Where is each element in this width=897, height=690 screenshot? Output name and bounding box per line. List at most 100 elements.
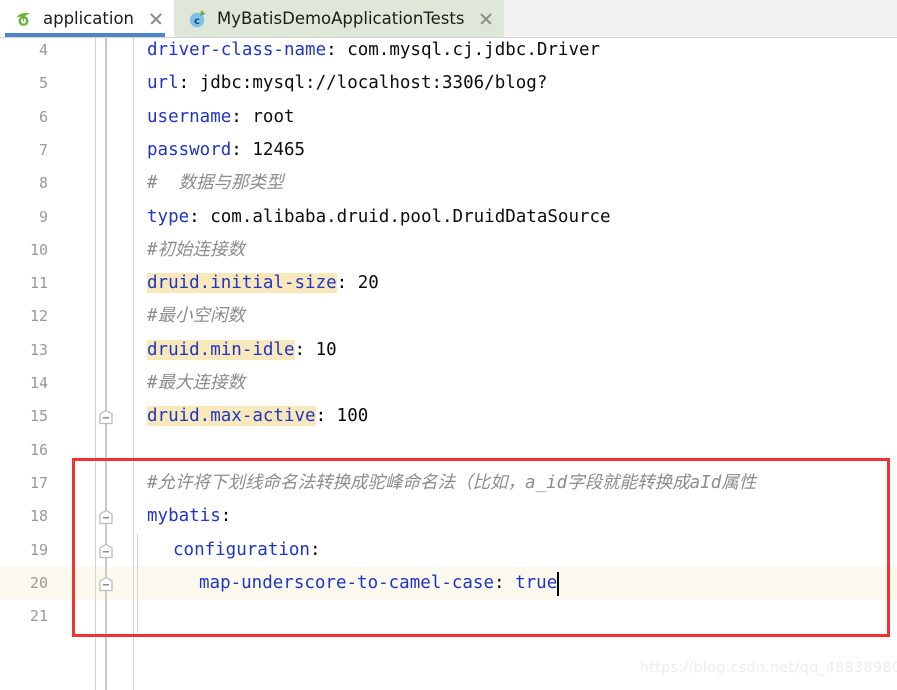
code-line[interactable]: 21 — [0, 600, 897, 633]
code-line[interactable]: 7 password: 12465 — [0, 134, 897, 167]
svg-text:c: c — [194, 16, 200, 27]
yaml-colon: : — [494, 572, 516, 593]
code-line[interactable]: 5 url: jdbc:mysql://localhost:3306/blog? — [0, 67, 897, 100]
code-line[interactable]: 6 username: root — [0, 101, 897, 134]
yaml-colon: : — [231, 106, 253, 127]
line-content[interactable]: #最大连接数 — [147, 367, 245, 400]
yaml-value: 20 — [357, 273, 379, 294]
yaml-colon: : — [326, 40, 348, 60]
code-line[interactable]: 10 #初始连接数 — [0, 234, 897, 267]
line-number: 18 — [29, 507, 48, 526]
yaml-key: druid.max-active — [147, 406, 316, 427]
fold-marker-icon[interactable] — [98, 576, 114, 592]
watermark-text: https://blog.csdn.net/qq_48838980 — [640, 660, 897, 676]
yaml-key: password — [147, 139, 232, 160]
yaml-colon: : — [220, 506, 232, 527]
code-line[interactable]: 13 druid.min-idle: 10 — [0, 334, 897, 367]
line-number: 4 — [38, 41, 48, 59]
yaml-key: druid.min-idle — [147, 339, 295, 360]
gutter-separator — [133, 38, 134, 690]
code-comment: # 数据与那类型 — [147, 173, 284, 194]
code-line[interactable]: 11 druid.initial-size: 20 — [0, 267, 897, 300]
yaml-value: 10 — [315, 339, 337, 360]
code-line[interactable]: 17 #允许将下划线命名法转换成驼峰命名法（比如，a_id字段就能转换成aId属性 — [0, 467, 897, 500]
close-icon[interactable] — [148, 11, 164, 27]
yaml-colon: : — [336, 273, 358, 294]
yaml-colon: : — [309, 539, 321, 560]
line-number: 10 — [29, 240, 48, 259]
line-content[interactable]: password: 12465 — [147, 134, 305, 167]
code-comment: #最小空闲数 — [147, 306, 246, 327]
code-line[interactable]: 14 #最大连接数 — [0, 367, 897, 400]
line-content[interactable]: #初始连接数 — [147, 234, 245, 267]
line-number: 13 — [29, 340, 48, 359]
fold-rail — [105, 38, 107, 690]
yaml-value: com.mysql.cj.jdbc.Driver — [347, 40, 601, 60]
line-number: 19 — [29, 540, 48, 559]
line-content[interactable]: driver-class-name: com.mysql.cj.jdbc.Dri… — [147, 38, 600, 67]
line-content[interactable]: mybatis: — [147, 500, 231, 533]
line-number: 16 — [29, 440, 48, 459]
line-number: 21 — [29, 607, 48, 626]
yaml-key: mybatis — [147, 506, 221, 527]
line-content[interactable]: username: root — [147, 101, 295, 134]
line-content[interactable]: type: com.alibaba.druid.pool.DruidDataSo… — [147, 201, 611, 234]
tab-application[interactable]: application — [0, 0, 175, 37]
fold-marker-icon[interactable] — [98, 509, 114, 525]
gutter-separator — [95, 38, 96, 690]
line-content[interactable]: druid.min-idle: 10 — [147, 334, 337, 367]
code-line[interactable]: 16 — [0, 434, 897, 467]
code-line[interactable]: 12 #最小空闲数 — [0, 300, 897, 333]
indent-guide — [137, 533, 138, 634]
text-caret — [557, 571, 560, 596]
code-line[interactable]: 18 mybatis: — [0, 500, 897, 533]
line-content[interactable]: configuration: — [173, 534, 321, 567]
yaml-value: com.alibaba.druid.pool.DruidDataSource — [210, 206, 611, 227]
java-test-class-icon: c — [188, 9, 208, 29]
code-line[interactable]: 4 driver-class-name: com.mysql.cj.jdbc.Dr… — [0, 38, 897, 67]
active-tab-indicator — [5, 33, 165, 37]
line-number: 9 — [38, 207, 48, 226]
code-line[interactable]: 19 configuration: — [0, 534, 897, 567]
yaml-colon: : — [315, 406, 337, 427]
fold-marker-icon[interactable] — [98, 543, 114, 559]
line-content[interactable]: map-underscore-to-camel-case: true — [199, 567, 557, 600]
line-content[interactable]: url: jdbc:mysql://localhost:3306/blog? — [147, 67, 547, 100]
code-editor[interactable]: 4 driver-class-name: com.mysql.cj.jdbc.Dr… — [0, 38, 897, 690]
line-number: 11 — [29, 274, 48, 293]
tab-mybatisdemoapplicationtests[interactable]: c MyBatisDemoApplicationTests — [174, 0, 505, 37]
tab-application-label: application — [43, 9, 135, 28]
code-comment: #最大连接数 — [147, 373, 246, 393]
line-content[interactable]: druid.max-active: 100 — [147, 400, 368, 433]
line-number: 8 — [38, 174, 48, 193]
line-content[interactable]: #最小空闲数 — [147, 300, 245, 333]
line-number: 15 — [29, 407, 48, 426]
yaml-colon: : — [189, 206, 211, 227]
code-line[interactable]: 9 type: com.alibaba.druid.pool.DruidDataS… — [0, 201, 897, 234]
fold-marker-icon[interactable] — [98, 409, 114, 425]
yaml-value: 12465 — [252, 139, 306, 160]
line-content[interactable]: #允许将下划线命名法转换成驼峰命名法（比如，a_id字段就能转换成aId属性 — [147, 467, 756, 500]
yaml-colon: : — [178, 73, 200, 94]
yaml-colon: : — [294, 339, 316, 360]
line-number: 7 — [38, 140, 48, 159]
code-line[interactable]: 15 druid.max-active: 100 — [0, 400, 897, 433]
code-line[interactable]: 20 map-underscore-to-camel-case: true — [0, 566, 897, 601]
line-number: 5 — [38, 74, 48, 93]
yaml-value: root — [252, 106, 295, 127]
yaml-value: 100 — [336, 406, 369, 427]
line-content[interactable]: druid.initial-size: 20 — [147, 267, 379, 300]
close-icon[interactable] — [478, 11, 494, 27]
yaml-colon: : — [231, 139, 253, 160]
yaml-value: jdbc:mysql://localhost:3306/blog? — [199, 73, 548, 94]
line-content[interactable]: # 数据与那类型 — [147, 167, 284, 200]
yaml-key: type — [147, 206, 190, 227]
yaml-key: username — [147, 106, 232, 127]
code-comment: #初始连接数 — [147, 239, 246, 260]
yaml-key: driver-class-name — [147, 40, 327, 60]
code-line[interactable]: 8 # 数据与那类型 — [0, 167, 897, 200]
line-number: 6 — [38, 107, 48, 126]
yaml-key: map-underscore-to-camel-case — [199, 572, 495, 593]
line-number: 20 — [29, 573, 48, 592]
yaml-key: url — [147, 73, 179, 94]
